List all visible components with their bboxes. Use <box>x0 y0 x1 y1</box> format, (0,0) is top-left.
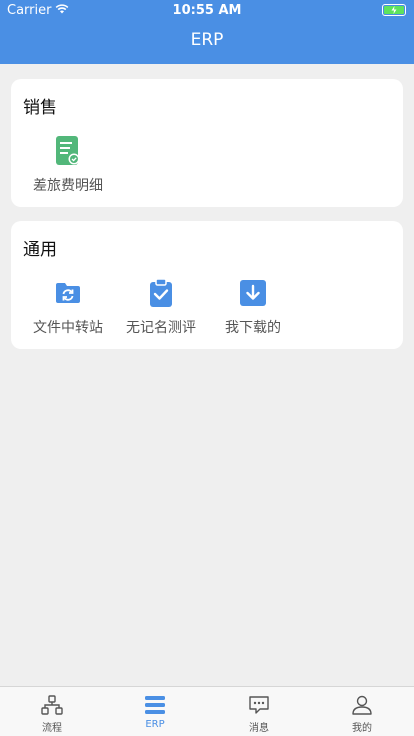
section-general-card: 通用 文件中转站 无记名测评 我下载的 <box>11 221 403 349</box>
app-file-transfer-station[interactable]: 文件中转站 <box>18 279 118 337</box>
app-anonymous-evaluation[interactable]: 无记名测评 <box>111 279 211 337</box>
tab-process[interactable]: 流程 <box>12 693 92 734</box>
app-label: 文件中转站 <box>33 320 103 336</box>
tab-label: 消息 <box>249 723 269 734</box>
app-label: 无记名测评 <box>126 320 196 336</box>
user-icon <box>350 693 374 717</box>
header: Carrier 10:55 AM ERP <box>0 0 414 64</box>
section-title: 销售 <box>23 98 57 118</box>
app-my-downloads[interactable]: 我下载的 <box>203 279 303 337</box>
download-icon <box>239 279 267 307</box>
tab-label: ERP <box>145 719 165 730</box>
document-check-icon <box>54 136 82 165</box>
app-label: 差旅费明细 <box>33 178 103 194</box>
tab-messages[interactable]: 消息 <box>219 693 299 734</box>
tab-erp[interactable]: ERP <box>115 693 195 730</box>
flow-icon <box>40 693 64 717</box>
status-bar: Carrier 10:55 AM <box>0 0 414 20</box>
clipboard-check-icon <box>147 279 175 307</box>
section-title: 通用 <box>23 240 57 260</box>
tab-label: 流程 <box>42 723 62 734</box>
page-title: ERP <box>190 30 224 50</box>
app-travel-expense-detail[interactable]: 差旅费明细 <box>18 136 118 195</box>
tab-bar: 流程 ERP 消息 我的 <box>0 686 414 736</box>
tab-mine[interactable]: 我的 <box>322 693 402 734</box>
menu-icon <box>143 693 167 717</box>
battery-icon <box>382 4 406 16</box>
status-time: 10:55 AM <box>172 3 242 18</box>
app-label: 我下载的 <box>225 320 281 336</box>
tab-label: 我的 <box>352 723 372 734</box>
message-icon <box>247 693 271 717</box>
section-sales-card: 销售 差旅费明细 <box>11 79 403 207</box>
folder-sync-icon <box>54 279 82 307</box>
